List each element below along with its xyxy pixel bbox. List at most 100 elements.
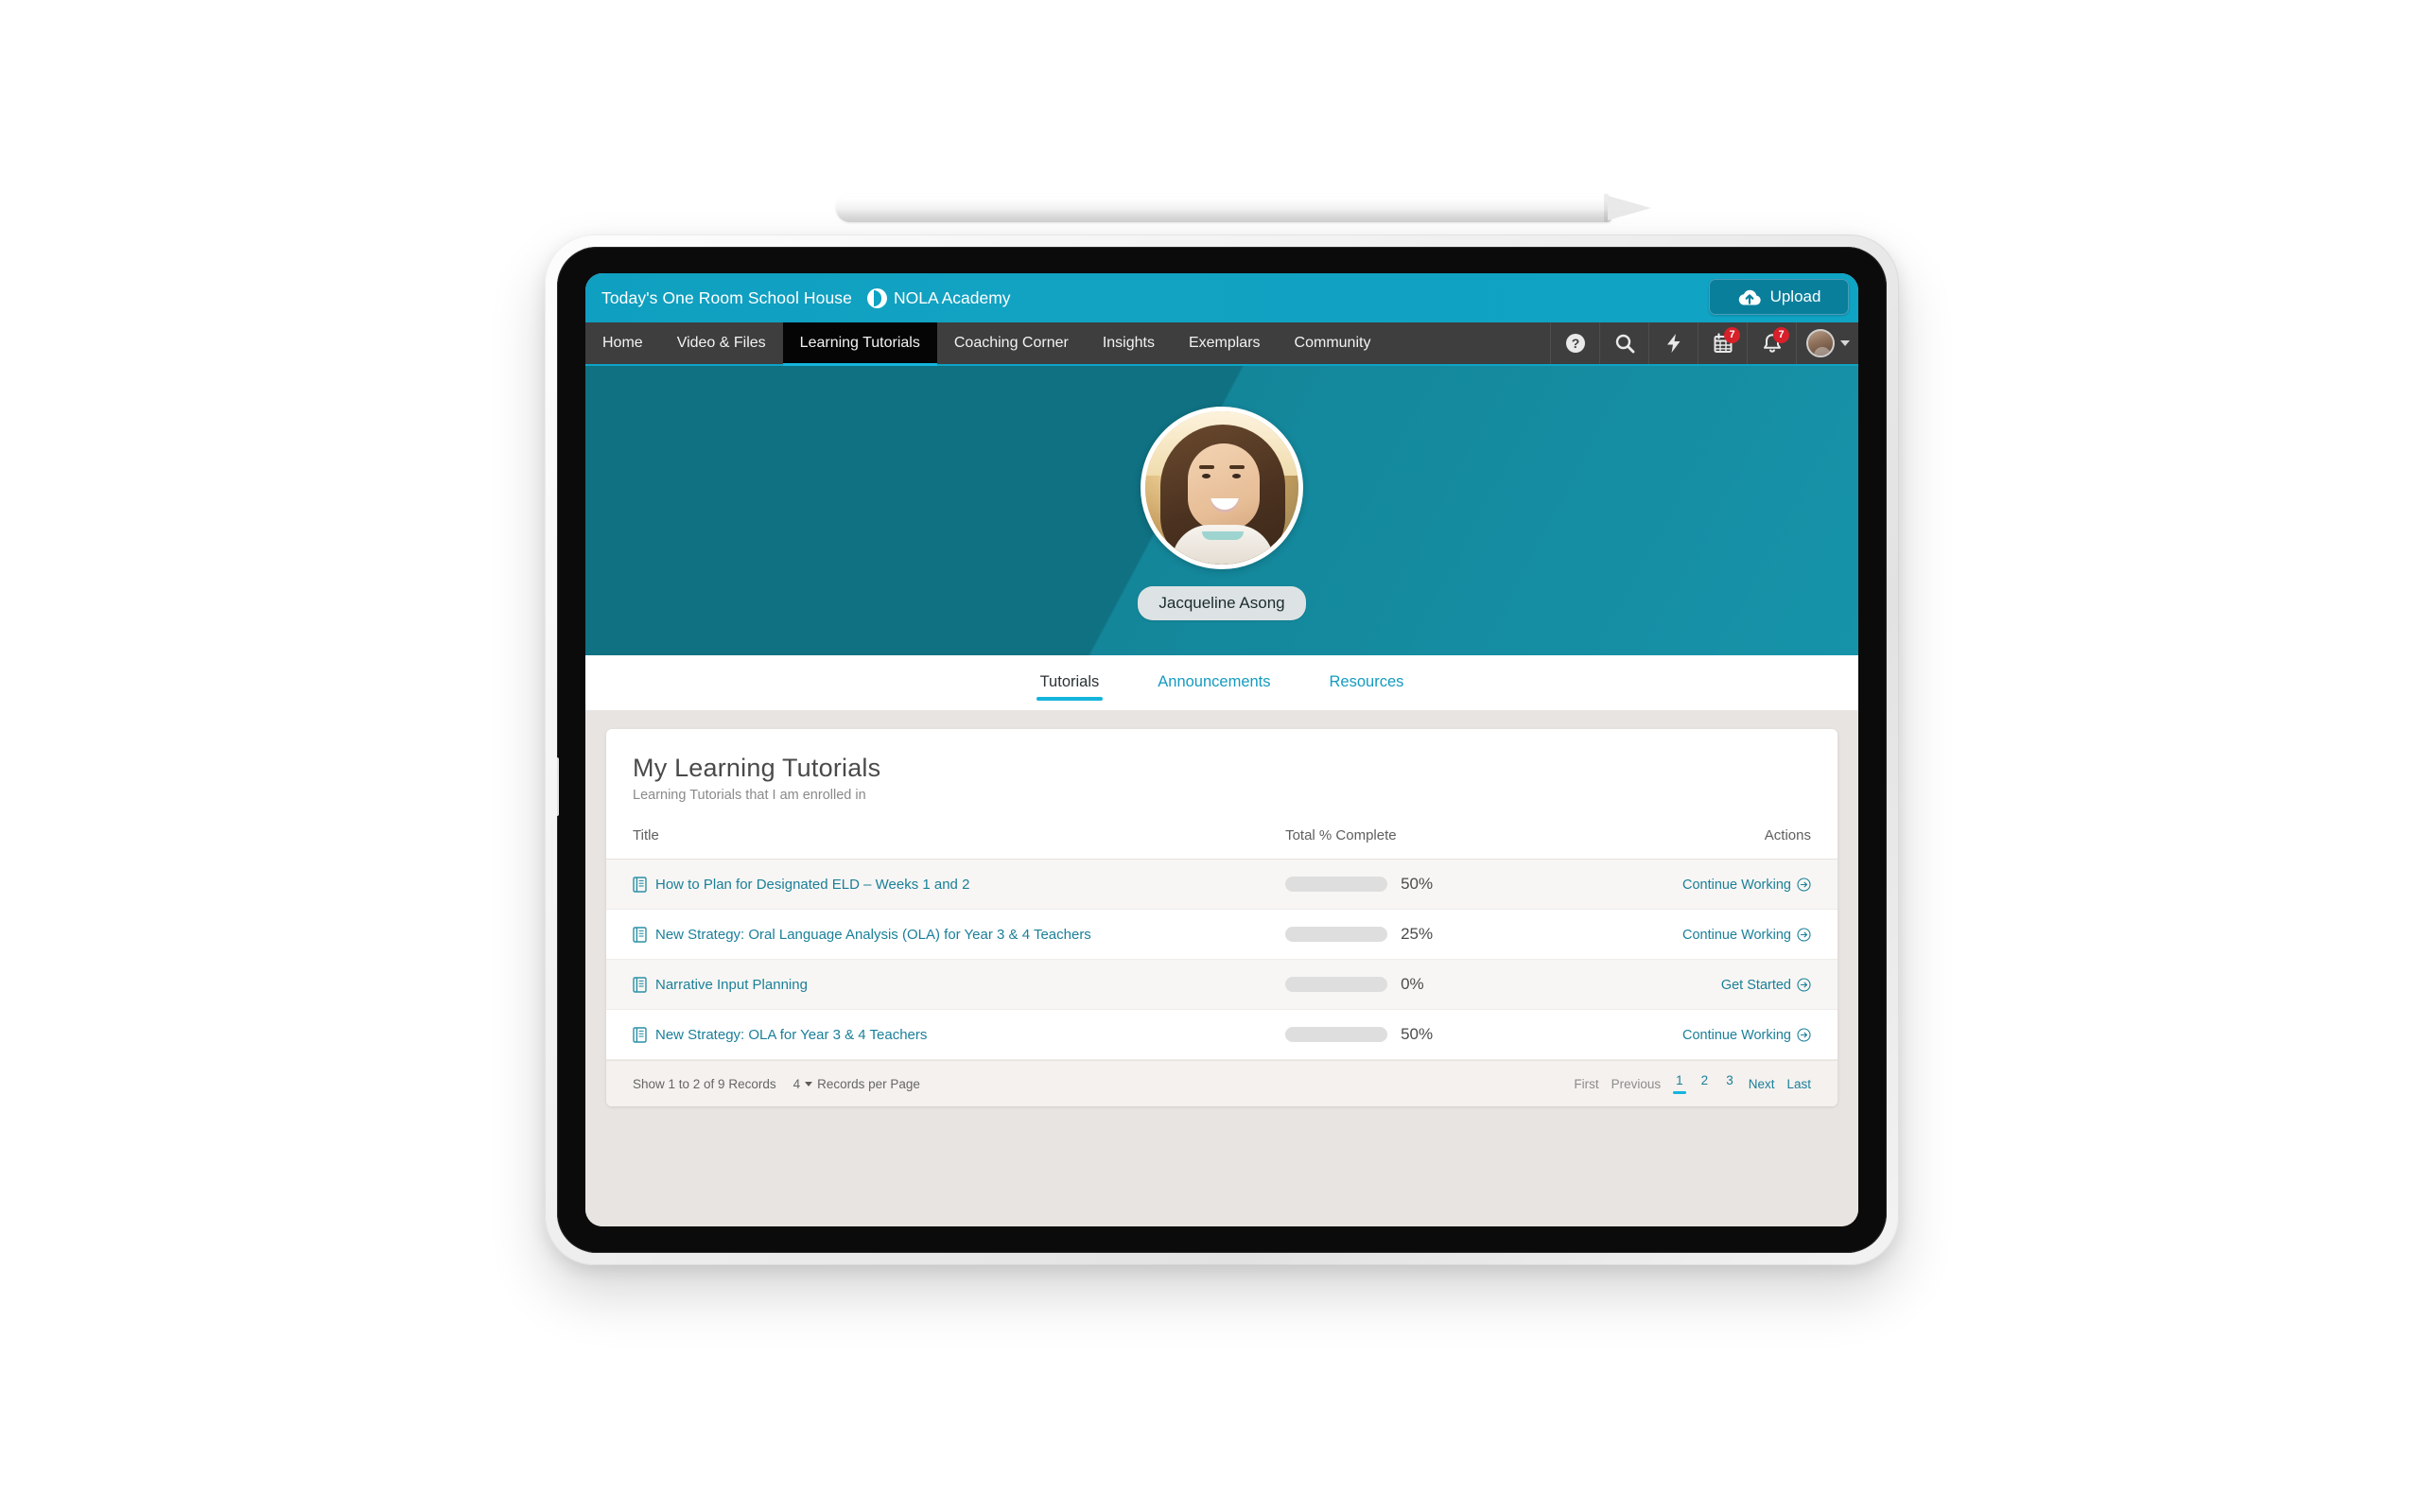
cell-progress: 50% [1259,859,1629,910]
progress-bar [1285,927,1388,942]
tutorials-table: Title Total % Complete Actions How to Pl… [606,818,1838,1060]
pagination-next[interactable]: Next [1749,1077,1775,1091]
tablet-side-button [557,757,559,816]
tutorial-title-link[interactable]: New Strategy: Oral Language Analysis (OL… [655,927,1091,943]
row-action-link[interactable]: Continue Working [1682,1028,1811,1043]
upload-button-label: Upload [1769,287,1821,305]
cell-progress: 50% [1259,1009,1629,1060]
nav-item-learning-tutorials[interactable]: Learning Tutorials [782,322,938,366]
nav-item-exemplars[interactable]: Exemplars [1172,322,1278,364]
chevron-down-icon [805,1081,813,1086]
column-header-title: Title [606,818,1260,860]
nav-item-home[interactable]: Home [585,322,660,364]
cell-actions: Continue Working [1628,1009,1838,1060]
row-action-label: Get Started [1720,977,1791,993]
card-subtitle: Learning Tutorials that I am enrolled in [633,788,866,803]
stylus-body [836,194,1611,222]
progress-value: 0% [1401,975,1424,993]
cell-title: How to Plan for Designated ELD – Weeks 1… [606,859,1260,910]
tutorial-title-link[interactable]: Narrative Input Planning [655,977,808,993]
cell-progress: 0% [1259,959,1629,1010]
cell-title: New Strategy: OLA for Year 3 & 4 Teacher… [606,1009,1260,1060]
nav-item-video-files[interactable]: Video & Files [660,322,783,364]
arrow-right-circle-icon [1797,928,1811,942]
lightning-icon[interactable] [1648,322,1698,364]
pagination-previous[interactable]: Previous [1611,1077,1662,1091]
nav-label: Exemplars [1188,335,1261,351]
pagination-page-1[interactable]: 1 [1673,1073,1686,1094]
nav-item-community[interactable]: Community [1278,322,1388,364]
progress-value: 50% [1401,875,1434,893]
tutorial-title-link[interactable]: New Strategy: OLA for Year 3 & 4 Teacher… [655,1027,927,1043]
profile-photo[interactable] [1141,407,1303,569]
split-circle-logo-icon [867,287,887,308]
profile-hero-banner: Jacqueline Asong [585,366,1858,655]
records-per-page-label: Records per Page [817,1076,920,1091]
nav-label: Community [1294,335,1371,351]
table-row: New Strategy: OLA for Year 3 & 4 Teacher… [606,1009,1838,1060]
arrow-right-circle-icon [1797,1028,1811,1042]
cloud-upload-icon [1738,289,1761,305]
progress-bar [1285,977,1388,992]
row-action-link[interactable]: Continue Working [1682,878,1811,893]
cell-title: Narrative Input Planning [606,959,1260,1010]
tab-resources[interactable]: Resources [1326,660,1408,706]
pagination-page-3[interactable]: 3 [1723,1073,1736,1094]
row-action-link[interactable]: Continue Working [1682,928,1811,943]
calendar-icon[interactable]: 7 [1698,322,1747,364]
pagination-first[interactable]: First [1574,1077,1598,1091]
tutorial-book-icon [633,976,647,993]
tab-label: Tutorials [1039,672,1100,690]
nav-label: Coaching Corner [953,335,1069,351]
tablet-bezel: Today's One Room School House NOLA Acade… [557,247,1887,1253]
stylus-tip [1608,196,1651,220]
profile-name-badge[interactable]: Jacqueline Asong [1138,586,1306,620]
table-footer: Show 1 to 2 of 9 Records 4 Records per P… [606,1060,1838,1106]
main-navigation: Home Video & Files Learning Tutorials Co… [585,322,1858,366]
app-topbar: Today's One Room School House NOLA Acade… [585,273,1858,322]
chevron-down-icon [1839,340,1850,346]
upload-button[interactable]: Upload [1709,279,1849,315]
progress-value: 50% [1401,1025,1434,1043]
nav-item-insights[interactable]: Insights [1086,322,1172,364]
search-icon[interactable] [1599,322,1648,364]
user-avatar-menu[interactable] [1796,322,1858,364]
nav-label: Home [602,335,643,351]
page-content: My Learning Tutorials Learning Tutorials… [585,710,1858,1226]
records-per-page-value: 4 [792,1076,801,1091]
nav-label: Video & Files [676,335,766,351]
cell-actions: Get Started [1628,959,1838,1010]
calendar-badge: 7 [1724,327,1740,343]
nav-item-coaching-corner[interactable]: Coaching Corner [937,322,1086,364]
row-action-label: Continue Working [1682,927,1791,943]
bell-icon[interactable]: 7 [1747,322,1796,364]
brand-lockup: NOLA Academy [867,287,1011,308]
table-row: Narrative Input Planning 0% Get Started [606,959,1838,1010]
cell-actions: Continue Working [1628,859,1838,910]
pagination-last[interactable]: Last [1786,1077,1811,1091]
tab-tutorials[interactable]: Tutorials [1036,660,1104,706]
records-per-page-select[interactable]: 4 Records per Page [793,1077,920,1091]
avatar [1805,329,1835,357]
row-action-link[interactable]: Get Started [1721,978,1811,993]
cell-title: New Strategy: Oral Language Analysis (OL… [606,909,1260,960]
records-count-text: Show 1 to 2 of 9 Records [633,1076,776,1091]
help-icon[interactable]: ? [1550,322,1599,364]
row-action-label: Continue Working [1682,877,1791,893]
tab-label: Resources [1329,672,1404,690]
cell-progress: 25% [1259,909,1629,960]
table-header: Title Total % Complete Actions [606,818,1838,860]
row-action-label: Continue Working [1682,1027,1791,1043]
nav-label: Learning Tutorials [799,335,920,351]
pagination-page-2[interactable]: 2 [1698,1073,1712,1094]
screenshot-stage: Today's One Room School House NOLA Acade… [0,0,2421,1512]
learning-tutorials-card: My Learning Tutorials Learning Tutorials… [606,729,1838,1106]
tablet-screen: Today's One Room School House NOLA Acade… [585,273,1858,1226]
pagination: First Previous 1 2 3 Next Last [1574,1073,1811,1094]
nav-icon-group: ? 7 7 [1550,322,1858,364]
cell-actions: Continue Working [1628,909,1838,960]
tutorial-book-icon [633,1026,647,1043]
tutorial-title-link[interactable]: How to Plan for Designated ELD – Weeks 1… [655,877,969,893]
column-header-progress: Total % Complete [1259,818,1629,860]
tab-announcements[interactable]: Announcements [1154,660,1274,706]
